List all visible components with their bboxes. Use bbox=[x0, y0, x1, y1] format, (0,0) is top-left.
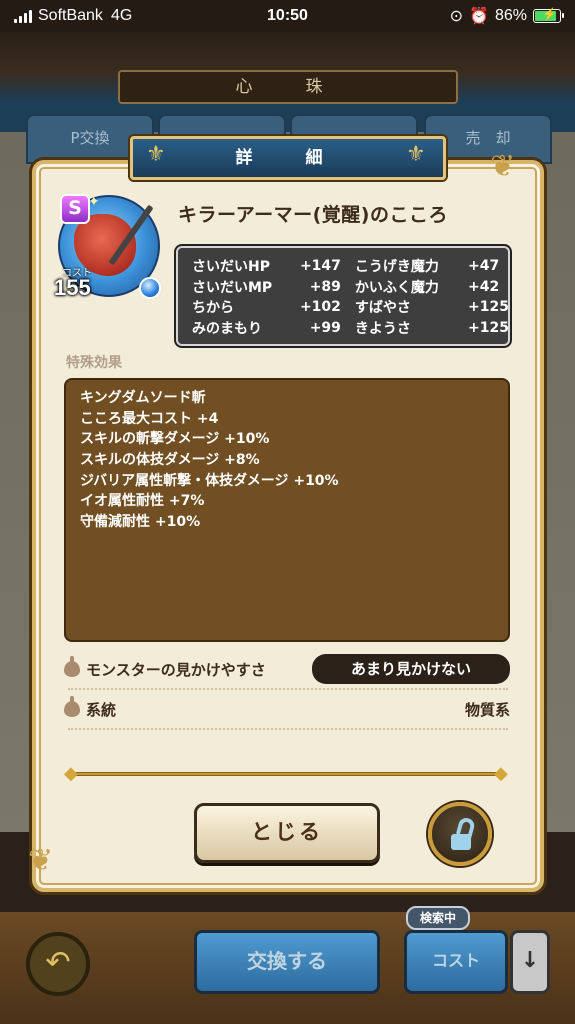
stat-value: +125 bbox=[468, 299, 509, 316]
close-button-label: とじる bbox=[251, 820, 323, 844]
effect-line: 守備減耐性 +10% bbox=[80, 514, 201, 531]
alarm-icon: ⏰ bbox=[469, 8, 489, 25]
lock-toggle-button[interactable] bbox=[428, 802, 492, 866]
stat-row: さいだいMP +89 かいふく魔力 +42 bbox=[192, 277, 500, 298]
stats-panel: さいだいHP +147 こうげき魔力 +47 さいだいMP +89 かいふく魔力… bbox=[176, 246, 510, 346]
exchange-button-label: 交換する bbox=[247, 949, 327, 973]
signal-icon bbox=[14, 9, 32, 23]
special-effects-label: 特殊効果 bbox=[66, 355, 122, 371]
family-value: 物質系 bbox=[464, 700, 510, 719]
background-title: 心 珠 bbox=[118, 70, 458, 104]
return-arrow-icon: ↶ bbox=[45, 945, 71, 980]
stat-name: すばやさ bbox=[354, 300, 411, 317]
down-arrow-icon: ↓ bbox=[520, 948, 540, 973]
stat-name: かいふく魔力 bbox=[354, 279, 439, 296]
battery-percent: 86% bbox=[494, 7, 527, 24]
cost-sort-button[interactable]: コスト bbox=[404, 930, 508, 994]
rail-end-ornament-icon: ◆ bbox=[64, 763, 78, 784]
cost-sort-label: コスト bbox=[431, 951, 480, 970]
close-button[interactable]: とじる bbox=[194, 803, 380, 863]
back-button[interactable]: ↶ bbox=[26, 932, 90, 996]
sort-order-button[interactable]: ↓ bbox=[510, 930, 550, 994]
exchange-button[interactable]: 交換する bbox=[194, 930, 380, 994]
stat-name: きようさ bbox=[354, 320, 411, 337]
stat-value: +99 bbox=[309, 319, 341, 336]
network-type: 4G bbox=[110, 7, 133, 24]
rank-badge: S bbox=[60, 194, 90, 224]
dotted-divider bbox=[68, 688, 508, 690]
dotted-divider bbox=[68, 728, 508, 730]
effect-line: こころ最大コスト +4 bbox=[80, 410, 219, 427]
stat-value: +102 bbox=[299, 299, 341, 316]
effect-line: ジバリア属性斬撃・体技ダメージ +10% bbox=[80, 472, 339, 489]
special-effects-list: キングダムソード斬 こころ最大コスト +4 スキルの斬撃ダメージ +10% スキ… bbox=[64, 378, 510, 642]
dialog-title: 詳 細 bbox=[235, 148, 341, 168]
charging-icon: ⚡ bbox=[542, 7, 557, 21]
ornamental-divider bbox=[70, 772, 506, 776]
stat-value: +89 bbox=[309, 278, 341, 295]
stat-value: +42 bbox=[468, 278, 500, 295]
stat-name: さいだいHP bbox=[192, 259, 270, 276]
family-label: 系統 bbox=[86, 700, 117, 719]
stat-value: +147 bbox=[299, 258, 341, 275]
stat-name: ちから bbox=[192, 300, 234, 317]
battery-icon: ⚡ bbox=[533, 7, 564, 23]
stat-row: ちから +102 すばやさ +125 bbox=[192, 297, 509, 318]
rail-end-ornament-icon: ◆ bbox=[494, 763, 508, 784]
carrier-name: SoftBank bbox=[38, 7, 103, 24]
effect-line: スキルの斬撃ダメージ +10% bbox=[80, 431, 270, 448]
cost-value: 155 bbox=[54, 275, 91, 300]
visibility-row: モンスターの見かけやすさ あまり見かけない bbox=[64, 654, 510, 684]
effect-line: スキルの体技ダメージ +8% bbox=[80, 452, 260, 469]
effect-line: イオ属性耐性 +7% bbox=[80, 493, 205, 510]
stat-name: みのまもり bbox=[192, 320, 262, 337]
sparkle-icon: ✦ bbox=[88, 194, 100, 210]
effect-line: キングダムソード斬 bbox=[80, 390, 206, 406]
element-orb-icon bbox=[139, 277, 161, 299]
corner-ornament-icon: ❦ bbox=[490, 149, 516, 184]
family-row: 系統 物質系 bbox=[64, 694, 510, 724]
stat-row: さいだいHP +147 こうげき魔力 +47 bbox=[192, 256, 500, 277]
drop-bullet-icon bbox=[64, 656, 80, 677]
status-bar: SoftBank 4G 10:50 ⊙ ⏰ 86% ⚡ bbox=[0, 0, 575, 32]
padlock-body bbox=[451, 834, 471, 850]
stat-value: +47 bbox=[468, 258, 500, 275]
corner-ornament-icon: ❦ bbox=[28, 843, 54, 878]
search-active-tag: 検索中 bbox=[406, 906, 470, 930]
stat-name: さいだいMP bbox=[192, 279, 273, 296]
stat-name: こうげき魔力 bbox=[354, 259, 439, 276]
stat-row: みのまもり +99 きようさ +125 bbox=[192, 318, 509, 339]
fleur-de-lis-icon: ⚜ bbox=[146, 142, 166, 167]
dialog-title-bar: 詳 細 bbox=[130, 136, 446, 180]
stat-value: +125 bbox=[468, 319, 509, 336]
drop-bullet-icon bbox=[64, 696, 80, 717]
visibility-label: モンスターの見かけやすさ bbox=[86, 660, 266, 679]
item-name: キラーアーマー(覚醒)のこころ bbox=[178, 204, 448, 226]
visibility-value: あまり見かけない bbox=[312, 654, 510, 684]
orientation-lock-icon: ⊙ bbox=[449, 8, 464, 25]
fleur-de-lis-icon: ⚜ bbox=[406, 142, 426, 167]
